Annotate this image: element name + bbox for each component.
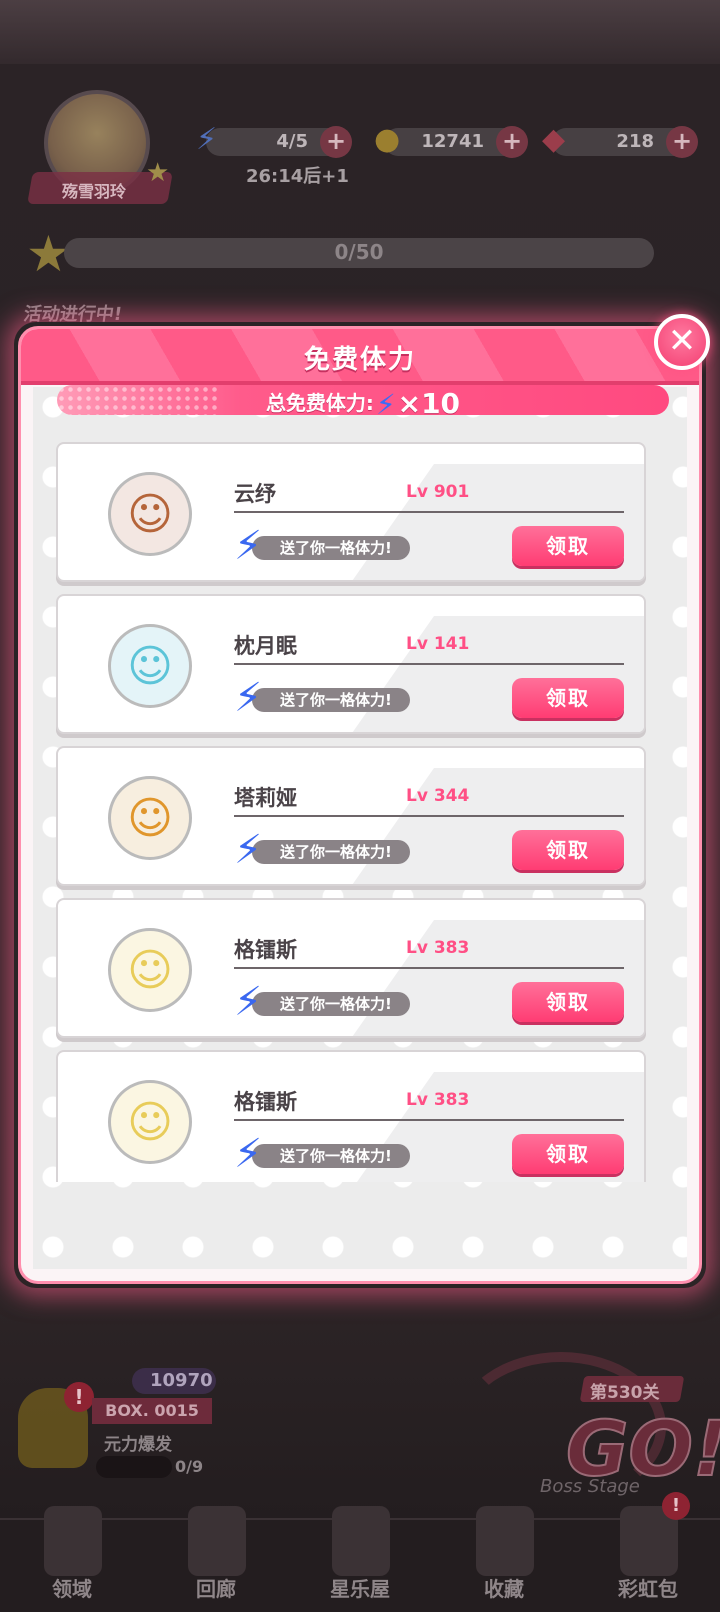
divider	[234, 815, 624, 817]
lightning-icon: ⚡	[234, 979, 263, 1025]
claim-button[interactable]: 领取	[512, 678, 624, 718]
add-stamina-button[interactable]: +	[320, 126, 352, 158]
domain-icon	[44, 1506, 102, 1576]
friend-avatar[interactable]: ☺	[108, 624, 192, 708]
coin-icon: ●	[374, 122, 401, 157]
friend-level: Lv 383	[406, 938, 470, 958]
box-progress-bar	[96, 1456, 172, 1478]
box-title: 元力爆发	[104, 1435, 172, 1455]
gift-message: 送了你一格体力!	[252, 1144, 410, 1168]
friend-avatar[interactable]: ☺	[108, 1080, 192, 1164]
total-stamina-label: 总免费体力:	[265, 391, 374, 415]
add-coin-button[interactable]: +	[496, 126, 528, 158]
total-stamina-bar: 总免费体力:⚡×10	[57, 385, 669, 421]
divider	[234, 1119, 624, 1121]
nav-label: 星乐屋	[330, 1577, 390, 1601]
stamina-timer: 26:14后+1	[246, 166, 349, 187]
nav-label: 彩虹包	[618, 1577, 678, 1601]
friend-avatar[interactable]: ☺	[108, 472, 192, 556]
lightning-icon: ⚡	[234, 1131, 263, 1177]
character-avatar-icon: ☺	[127, 1096, 173, 1148]
nav-item-collection[interactable]: 收藏	[440, 1506, 568, 1612]
friend-level: Lv 901	[406, 482, 470, 502]
friend-card: ☺ 塔莉娅 Lv 344 送了你一格体力! ⚡ 领取	[56, 746, 646, 886]
box-count: 0/9	[175, 1457, 204, 1476]
divider	[234, 663, 624, 665]
progress-label: 0/50	[334, 240, 384, 264]
claim-button[interactable]: 领取	[512, 526, 624, 566]
friend-level: Lv 383	[406, 1090, 470, 1110]
friend-name: 塔莉娅	[234, 786, 297, 810]
coin-counter: ● 12741 +	[374, 122, 528, 158]
friend-card: ☺ 枕月眠 Lv 141 送了你一格体力! ⚡ 领取	[56, 594, 646, 734]
lightning-icon: ⚡	[234, 827, 263, 873]
friend-name: 格镭斯	[234, 1090, 297, 1114]
progress-bar: 0/50	[64, 238, 654, 268]
lightning-icon: ⚡	[196, 122, 218, 157]
gift-message: 送了你一格体力!	[252, 992, 410, 1016]
modal-header: 免费体力	[21, 329, 699, 385]
modal-title: 免费体力	[303, 345, 416, 375]
stamina-counter: ⚡ 4/5 +	[196, 122, 352, 158]
stage-label: 第530关	[590, 1383, 660, 1403]
character-avatar-icon: ☺	[127, 944, 173, 996]
add-gem-button[interactable]: +	[666, 126, 698, 158]
star-house-icon	[332, 1506, 390, 1576]
box-label: BOX. 0015	[92, 1398, 212, 1424]
lightning-icon: ⚡	[234, 523, 263, 569]
friend-card: ☺ 格镭斯 Lv 383 送了你一格体力! ⚡ 领取	[56, 898, 646, 1038]
character-avatar-icon: ☺	[127, 488, 173, 540]
friend-card: ☺ 格镭斯 Lv 383 送了你一格体力! ⚡ 领取	[56, 1050, 646, 1182]
gift-message: 送了你一格体力!	[252, 536, 410, 560]
nav-item-gallery[interactable]: 回廊	[152, 1506, 280, 1612]
top-bar	[0, 0, 720, 64]
character-avatar-icon: ☺	[127, 640, 173, 692]
nav-label: 收藏	[484, 1577, 524, 1601]
boss-stage-label: Boss Stage	[540, 1476, 640, 1497]
nav-label: 回廊	[196, 1577, 236, 1601]
claim-button[interactable]: 领取	[512, 1134, 624, 1174]
nav-label: 领域	[52, 1577, 92, 1601]
stamina-value: 4/5	[276, 131, 308, 152]
friend-avatar[interactable]: ☺	[108, 776, 192, 860]
friend-level: Lv 344	[406, 786, 470, 806]
gem-icon: ◆	[542, 122, 566, 157]
total-stamina-text: 总免费体力:⚡×10	[57, 387, 669, 421]
close-icon: ✕	[667, 321, 697, 361]
friend-name: 枕月眠	[234, 634, 297, 658]
alert-badge-icon: !	[64, 1382, 94, 1412]
divider	[234, 511, 624, 513]
friend-name: 云纾	[234, 482, 276, 506]
friend-card: ☺ 云纾 Lv 901 送了你一格体力! ⚡ 领取	[56, 442, 646, 582]
claim-button[interactable]: 领取	[512, 830, 624, 870]
gem-value: 218	[616, 131, 654, 152]
nav-item-star-house[interactable]: 星乐屋	[296, 1506, 424, 1612]
player-name: 殇雪羽玲	[62, 182, 127, 201]
friend-name: 格镭斯	[234, 938, 297, 962]
total-stamina-count: ×10	[397, 387, 461, 420]
collection-star-icon	[476, 1506, 534, 1576]
gem-counter: ◆ 218 +	[542, 122, 698, 158]
nav-item-domain[interactable]: 领域	[8, 1506, 136, 1612]
friend-avatar[interactable]: ☺	[108, 928, 192, 1012]
claim-button[interactable]: 领取	[512, 982, 624, 1022]
gift-message: 送了你一格体力!	[252, 688, 410, 712]
coin-value: 12741	[421, 131, 484, 152]
gallery-icon	[188, 1506, 246, 1576]
bottom-stamina-value: 10970	[150, 1370, 213, 1391]
friend-list[interactable]: ☺ 云纾 Lv 901 送了你一格体力! ⚡ 领取 ☺ 枕月眠 Lv 141 送…	[18, 440, 702, 1182]
lightning-icon: ⚡	[375, 388, 396, 421]
gift-message: 送了你一格体力!	[252, 840, 410, 864]
star-icon: ★	[146, 158, 170, 188]
alert-badge-icon: !	[662, 1492, 690, 1520]
character-avatar-icon: ☺	[127, 792, 173, 844]
nav-item-rainbow-pack[interactable]: 彩虹包	[584, 1506, 712, 1612]
lightning-icon: ⚡	[234, 675, 263, 721]
close-button[interactable]: ✕	[654, 314, 710, 370]
divider	[234, 967, 624, 969]
friend-level: Lv 141	[406, 634, 470, 654]
